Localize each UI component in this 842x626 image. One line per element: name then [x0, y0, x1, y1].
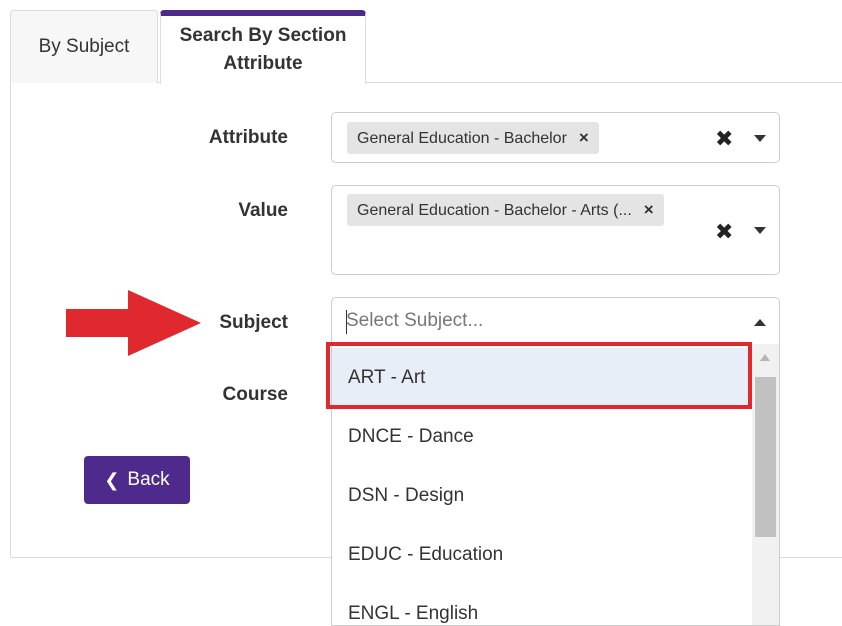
- back-button[interactable]: ❮ Back: [84, 456, 190, 504]
- value-clear-icon[interactable]: ✖: [715, 221, 733, 243]
- attribute-caret-down-icon[interactable]: [754, 135, 766, 142]
- tab-by-subject[interactable]: By Subject: [10, 10, 158, 83]
- tab-section-attribute-label: Search By Section Attribute: [179, 25, 347, 74]
- dropdown-option-dsn[interactable]: DSN - Design: [332, 466, 753, 525]
- course-label: Course: [222, 384, 288, 405]
- subject-placeholder: Select Subject...: [346, 310, 484, 331]
- chevron-left-icon: ❮: [104, 469, 120, 490]
- option-label: EDUC - Education: [348, 543, 504, 565]
- subject-select[interactable]: Select Subject...: [331, 297, 780, 345]
- attribute-label: Attribute: [208, 127, 288, 148]
- subject-caret-up-icon[interactable]: [754, 319, 766, 326]
- attribute-chip-text: General Education - Bachelor: [357, 130, 567, 147]
- option-label: DSN - Design: [348, 484, 465, 506]
- back-button-label: Back: [127, 469, 170, 490]
- attribute-chip-remove-icon[interactable]: ×: [579, 128, 589, 147]
- dropdown-option-engl[interactable]: ENGL - English: [332, 584, 753, 625]
- dropdown-scrollbar[interactable]: [752, 344, 779, 625]
- annotation-arrow-icon: [66, 290, 201, 356]
- tab-by-subject-label: By Subject: [38, 36, 130, 57]
- value-chip: General Education - Bachelor - Arts (...…: [347, 194, 664, 226]
- value-caret-down-icon[interactable]: [754, 227, 766, 234]
- attribute-clear-icon[interactable]: ✖: [715, 128, 733, 150]
- value-chip-remove-icon[interactable]: ×: [644, 200, 654, 219]
- value-label: Value: [238, 200, 288, 221]
- tab-search-by-section-attribute[interactable]: Search By Section Attribute: [160, 10, 366, 84]
- text-cursor: [346, 310, 347, 334]
- annotation-highlight-box: [326, 342, 752, 409]
- scroll-up-arrow-icon[interactable]: [760, 354, 770, 361]
- attribute-select[interactable]: General Education - Bachelor × ✖: [331, 112, 780, 163]
- scroll-thumb[interactable]: [755, 377, 776, 537]
- dropdown-option-educ[interactable]: EDUC - Education: [332, 525, 753, 584]
- option-label: DNCE - Dance: [348, 425, 474, 447]
- value-select[interactable]: General Education - Bachelor - Arts (...…: [331, 185, 780, 275]
- value-chip-text: General Education - Bachelor - Arts (...: [357, 202, 632, 219]
- attribute-chip: General Education - Bachelor ×: [347, 122, 599, 154]
- option-label: ENGL - English: [348, 602, 479, 624]
- dropdown-option-dnce[interactable]: DNCE - Dance: [332, 407, 753, 466]
